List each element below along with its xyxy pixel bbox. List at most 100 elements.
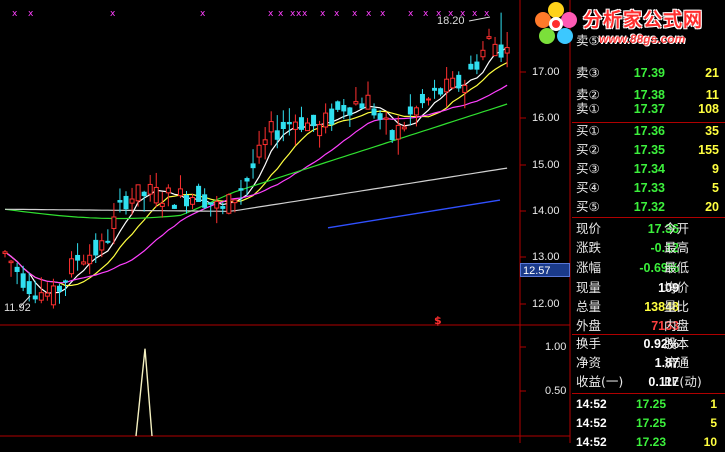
watermark-title: 分析家公式网 xyxy=(583,9,704,31)
candle-body xyxy=(395,124,401,140)
signal-x-mark: x xyxy=(380,9,386,19)
signal-x-mark: x xyxy=(352,9,358,19)
candle-body xyxy=(335,101,341,110)
candle-body xyxy=(220,206,226,209)
stat-row: 涨幅 -0.69% 最低 xyxy=(576,257,725,279)
signal-x-mark: x xyxy=(320,9,326,19)
candle-body xyxy=(44,292,50,297)
watermark-url: www.88gs.com xyxy=(599,32,686,46)
ask-row: 卖③ 17.39 21 xyxy=(576,62,725,84)
trade-time: 14:52 xyxy=(576,435,607,449)
indicator-tick: 1.00 xyxy=(545,341,567,353)
candle-body xyxy=(256,144,262,158)
candle-body xyxy=(56,285,62,292)
trade-price: 17.23 xyxy=(636,435,667,449)
candle-body xyxy=(147,183,153,195)
signal-marker: $ xyxy=(434,314,442,327)
high-label: 18.20 xyxy=(437,15,465,27)
signal-x-mark: x xyxy=(200,9,206,19)
indicator-tick: 0.50 xyxy=(545,385,567,397)
candle-body xyxy=(111,216,117,229)
candle-body xyxy=(438,88,444,95)
candle-body xyxy=(401,126,407,130)
candle-body xyxy=(413,107,419,116)
candle-body xyxy=(87,254,93,265)
candle-body xyxy=(250,163,256,169)
candle-body xyxy=(317,124,323,137)
candle-body xyxy=(8,260,14,264)
signal-x-mark: x xyxy=(28,9,34,19)
candle-body xyxy=(359,103,365,109)
stat-label: 收益(一) xyxy=(576,374,624,389)
candle-body xyxy=(462,84,468,93)
candle-body xyxy=(38,292,44,301)
signal-x-mark: x xyxy=(472,9,478,19)
price-tick: 13.00 xyxy=(532,251,560,263)
candle-body xyxy=(117,200,123,203)
low-label: 11.92 xyxy=(4,302,31,314)
signal-x-mark: x xyxy=(484,9,490,19)
candle-body xyxy=(63,280,68,283)
candle-body xyxy=(75,254,81,261)
signal-x-mark: x xyxy=(423,9,429,19)
trade-row: 14:52 17.25 1 xyxy=(576,394,725,414)
candle-body xyxy=(492,43,498,57)
trade-price: 17.25 xyxy=(636,416,667,430)
candle-body xyxy=(450,77,456,89)
candle-body xyxy=(280,121,286,129)
stat-label: 涨幅 xyxy=(576,260,602,275)
ma60-line xyxy=(4,103,508,220)
candle-body xyxy=(444,78,450,93)
candle-body xyxy=(32,295,38,300)
signal-x-mark: x xyxy=(110,9,116,19)
candle-body xyxy=(456,74,462,89)
candle-body xyxy=(196,185,202,202)
ma250-line xyxy=(327,199,501,229)
candle-body xyxy=(377,113,383,120)
ask-label: 卖① xyxy=(576,101,600,116)
trade-time: 14:52 xyxy=(576,397,607,411)
candle-body xyxy=(383,117,389,120)
price-tick: 17.00 xyxy=(532,66,560,78)
trade-row: 14:52 17.25 5 xyxy=(576,413,725,433)
stat-row: 收益(一) 0.117 PE(动) xyxy=(576,371,725,393)
candle-body xyxy=(498,44,504,58)
signal-x-mark: x xyxy=(278,9,284,19)
candle-body xyxy=(141,191,147,197)
candle-body xyxy=(208,202,214,205)
candle-body xyxy=(177,188,183,197)
candle-body xyxy=(480,49,486,58)
quote-panel: 卖⑤ 卖③ 17.39 21 卖② 17.38 11 卖① 17.37 108 … xyxy=(572,0,725,449)
trade-volume: 1 xyxy=(710,397,717,411)
signal-x-mark: x xyxy=(268,9,274,19)
candle-body xyxy=(486,36,492,39)
trade-time: 14:52 xyxy=(576,416,607,430)
candle-body xyxy=(244,178,250,182)
candle-body xyxy=(419,93,425,104)
signal-x-mark: x xyxy=(334,9,340,19)
ask-volume: 21 xyxy=(705,66,719,80)
ma5-line xyxy=(4,46,508,294)
candle-body xyxy=(274,130,280,140)
ask-row: 卖① 17.37 108 xyxy=(576,98,725,120)
ask-label: 卖③ xyxy=(576,65,600,80)
candle-body xyxy=(407,106,413,115)
candle-body xyxy=(232,199,238,204)
candle-body xyxy=(99,240,105,251)
indicator-spike xyxy=(135,348,153,437)
candle-body xyxy=(135,184,141,202)
ask-price: 17.39 xyxy=(633,66,665,80)
trade-row: 14:52 17.23 10 xyxy=(576,432,725,452)
stat-label: PE(动) xyxy=(664,374,702,389)
candle-body xyxy=(329,108,335,125)
candle-body xyxy=(353,101,359,105)
candle-body xyxy=(26,281,32,295)
candle-body xyxy=(2,251,8,254)
flower-logo-icon xyxy=(535,2,577,44)
candle-body xyxy=(426,98,431,101)
signal-x-mark: x xyxy=(408,9,414,19)
candle-body xyxy=(50,285,56,306)
candle-body xyxy=(69,258,75,275)
candle-body xyxy=(14,266,20,272)
candle-body xyxy=(20,273,26,288)
